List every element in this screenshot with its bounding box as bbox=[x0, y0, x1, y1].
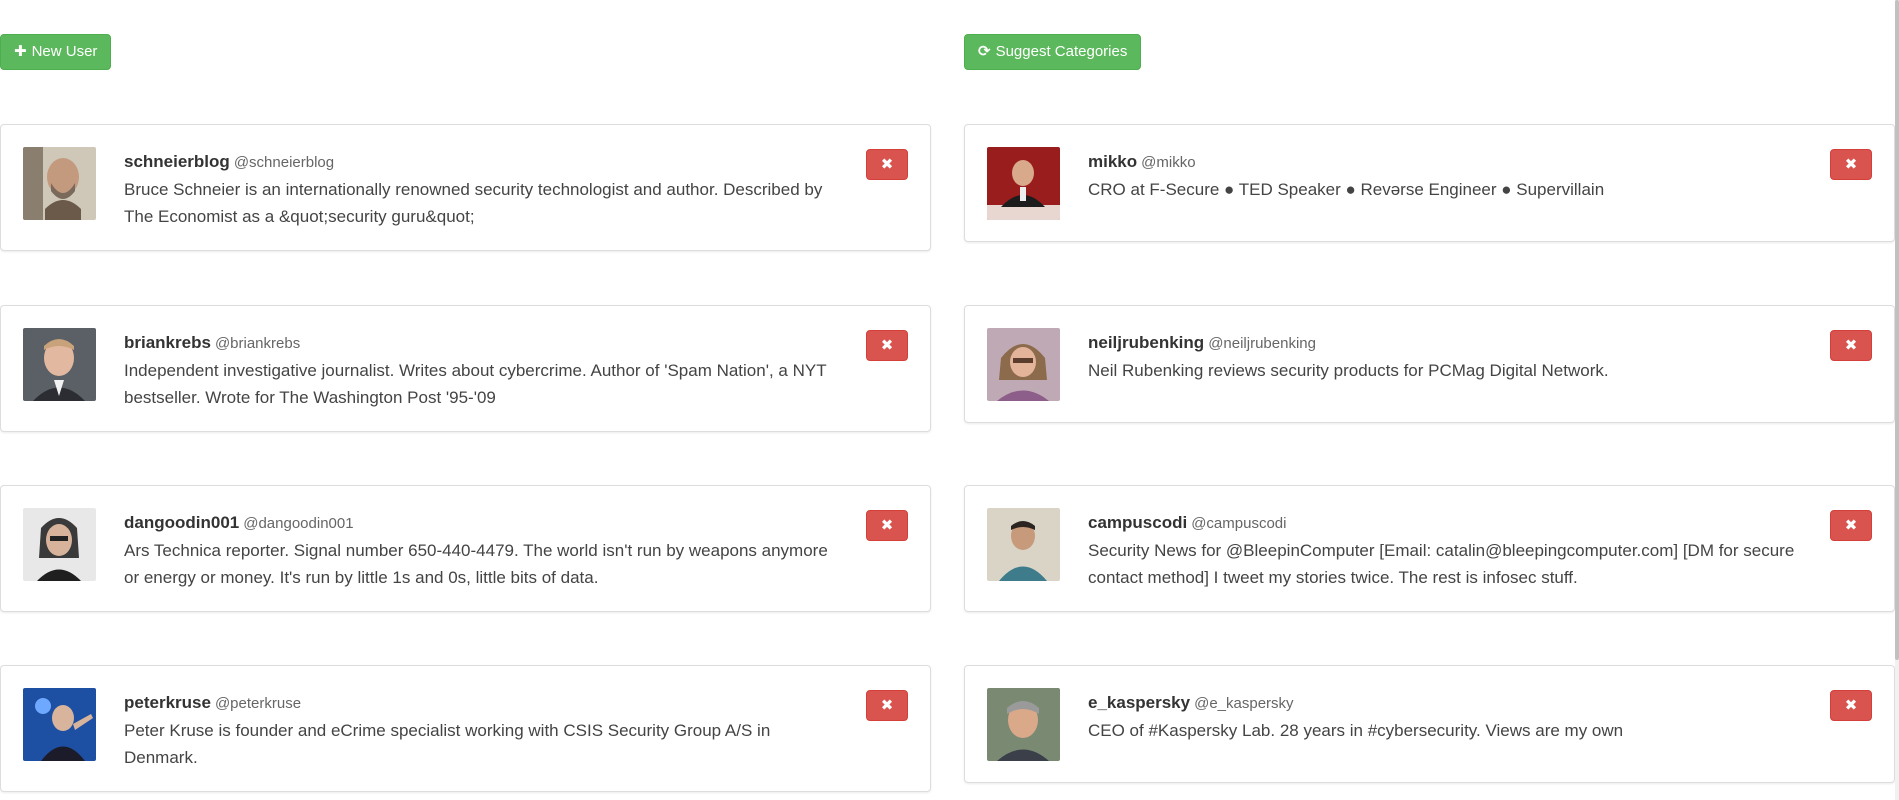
times-icon: ✖ bbox=[1844, 517, 1858, 534]
user-card: dangoodin001 @dangoodin001 Ars Technica r… bbox=[0, 485, 931, 612]
user-card: schneierblog @schneierblog Bruce Schneier… bbox=[0, 124, 931, 251]
avatar bbox=[987, 508, 1060, 581]
delete-user-button[interactable]: ✖ bbox=[1830, 330, 1872, 361]
username[interactable]: dangoodin001 bbox=[124, 513, 239, 532]
avatar bbox=[987, 147, 1060, 220]
delete-user-button[interactable]: ✖ bbox=[866, 510, 908, 541]
vertical-scrollbar[interactable] bbox=[1895, 0, 1899, 800]
username[interactable]: campuscodi bbox=[1088, 513, 1187, 532]
bio: Independent investigative journalist. Wr… bbox=[124, 361, 827, 407]
user-info: peterkruse @peterkruse Peter Kruse is fou… bbox=[124, 690, 840, 771]
username[interactable]: peterkruse bbox=[124, 693, 211, 712]
handle: @e_kaspersky bbox=[1194, 695, 1294, 712]
bio: Peter Kruse is founder and eCrime specia… bbox=[124, 721, 771, 767]
user-info: schneierblog @schneierblog Bruce Schneier… bbox=[124, 149, 840, 230]
avatar bbox=[23, 147, 96, 220]
user-info: dangoodin001 @dangoodin001 Ars Technica r… bbox=[124, 510, 840, 591]
handle: @briankrebs bbox=[214, 335, 301, 352]
bio: Security News for @BleepinComputer [Emai… bbox=[1088, 541, 1795, 587]
delete-user-button[interactable]: ✖ bbox=[1830, 510, 1872, 541]
new-user-button[interactable]: ✚ New User bbox=[0, 34, 112, 70]
suggest-categories-label: Suggest Categories bbox=[995, 43, 1128, 60]
delete-user-button[interactable]: ✖ bbox=[1830, 690, 1872, 721]
bio: CEO of #Kaspersky Lab. 28 years in #cybe… bbox=[1088, 721, 1624, 740]
handle: @peterkruse bbox=[214, 695, 302, 712]
user-card: briankrebs @briankrebs Independent invest… bbox=[0, 305, 931, 432]
user-info: briankrebs @briankrebs Independent invest… bbox=[124, 330, 840, 411]
delete-user-button[interactable]: ✖ bbox=[866, 330, 908, 361]
username[interactable]: neiljrubenking bbox=[1088, 333, 1204, 352]
times-icon: ✖ bbox=[880, 697, 894, 714]
plus-icon: ✚ bbox=[14, 43, 27, 60]
handle: @mikko bbox=[1141, 154, 1196, 171]
username[interactable]: mikko bbox=[1088, 152, 1137, 171]
user-card: campuscodi @campuscodi Security News for … bbox=[964, 485, 1895, 612]
bio: CRO at F-Secure ● TED Speaker ● Revərse … bbox=[1088, 180, 1605, 199]
bio: Ars Technica reporter. Signal number 650… bbox=[124, 541, 828, 587]
times-icon: ✖ bbox=[1844, 697, 1858, 714]
avatar bbox=[23, 688, 96, 761]
user-info: e_kaspersky @e_kaspersky CEO of #Kaspersk… bbox=[1088, 690, 1804, 744]
user-card: peterkruse @peterkruse Peter Kruse is fou… bbox=[0, 665, 931, 792]
delete-user-button[interactable]: ✖ bbox=[866, 149, 908, 180]
suggest-categories-button[interactable]: ⟳ Suggest Categories bbox=[964, 34, 1142, 70]
user-info: neiljrubenking @neiljrubenking Neil Ruben… bbox=[1088, 330, 1804, 384]
bio: Neil Rubenking reviews security products… bbox=[1088, 361, 1609, 380]
user-card: neiljrubenking @neiljrubenking Neil Ruben… bbox=[964, 305, 1895, 423]
handle: @campuscodi bbox=[1191, 515, 1287, 532]
user-list-page: ✚ New User schneierblog @schneierblog Bruc… bbox=[0, 0, 1899, 800]
avatar bbox=[987, 688, 1060, 761]
new-user-label: New User bbox=[31, 43, 98, 60]
times-icon: ✖ bbox=[880, 517, 894, 534]
delete-user-button[interactable]: ✖ bbox=[1830, 149, 1872, 180]
times-icon: ✖ bbox=[880, 337, 894, 354]
user-card: mikko @mikko CRO at F-Secure ● TED Speake… bbox=[964, 124, 1895, 242]
username[interactable]: schneierblog bbox=[124, 152, 230, 171]
user-card: e_kaspersky @e_kaspersky CEO of #Kaspersk… bbox=[964, 665, 1895, 783]
bio: Bruce Schneier is an internationally ren… bbox=[124, 180, 823, 226]
times-icon: ✖ bbox=[880, 156, 894, 173]
username[interactable]: briankrebs bbox=[124, 333, 211, 352]
username[interactable]: e_kaspersky bbox=[1088, 693, 1190, 712]
refresh-icon: ⟳ bbox=[978, 43, 991, 60]
avatar bbox=[23, 328, 96, 401]
avatar bbox=[987, 328, 1060, 401]
user-info: campuscodi @campuscodi Security News for … bbox=[1088, 510, 1804, 591]
times-icon: ✖ bbox=[1844, 337, 1858, 354]
delete-user-button[interactable]: ✖ bbox=[866, 690, 908, 721]
handle: @schneierblog bbox=[233, 154, 335, 171]
avatar bbox=[23, 508, 96, 581]
handle: @neiljrubenking bbox=[1208, 335, 1316, 352]
handle: @dangoodin001 bbox=[243, 515, 354, 532]
scrollbar-thumb[interactable] bbox=[1895, 0, 1899, 660]
user-info: mikko @mikko CRO at F-Secure ● TED Speake… bbox=[1088, 149, 1804, 203]
times-icon: ✖ bbox=[1844, 156, 1858, 173]
